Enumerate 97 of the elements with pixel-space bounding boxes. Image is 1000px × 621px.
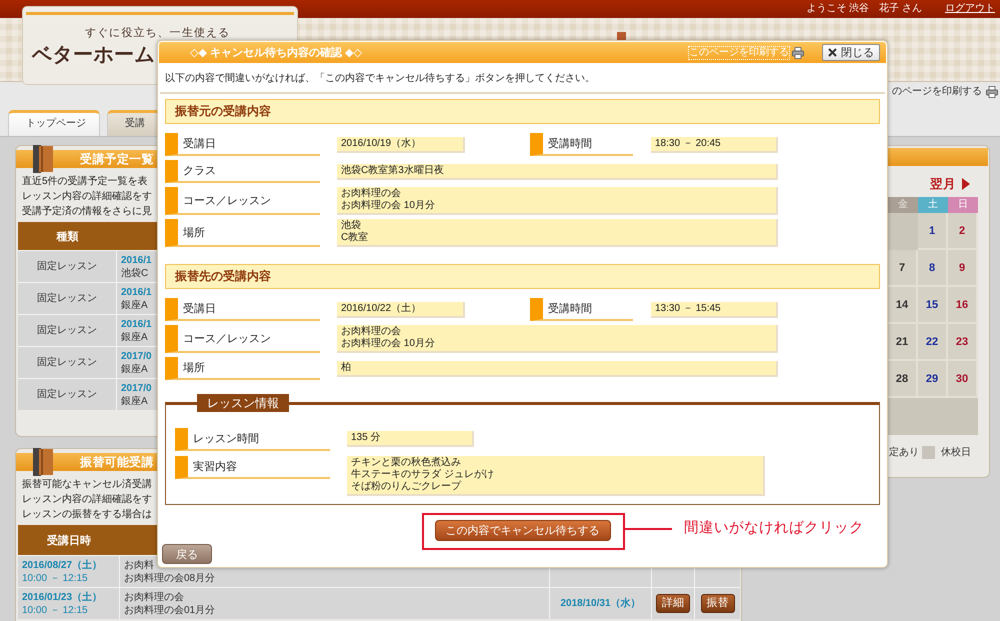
field-value: 2016/10/22（土） — [337, 302, 465, 318]
field-label: 場所 — [165, 357, 320, 380]
field-label: 受講日 — [165, 298, 320, 321]
lesson-date: 2016/08/27（土） — [22, 558, 102, 572]
field-value: 池袋 C教室 — [337, 219, 778, 247]
description-line: レッスン内容の詳細確認をす — [22, 190, 152, 204]
field-value: 柏 — [337, 360, 778, 376]
calendar-day[interactable]: 2 — [948, 213, 978, 250]
legend-title: レッスン情報 — [197, 394, 289, 412]
tab[interactable]: トップページ — [8, 110, 100, 136]
book-icon — [33, 448, 53, 476]
instruction-text: 以下の内容で間違いがなければ、「この内容でキャンセル待ちする」ボタンを押してください。 — [165, 72, 595, 86]
confirm-button[interactable]: この内容でキャンセル待ちする — [434, 520, 610, 541]
classroom-text: 銀座A — [121, 298, 148, 312]
weekday-header: 土 — [918, 197, 948, 213]
field-value: チキンと栗の秋色煮込み 牛ステーキのサラダ ジュレがけ そば粉のりんごクレープ — [347, 456, 765, 496]
description-line: レッスン内容の詳細確認をす — [22, 492, 152, 507]
field-label: コース／レッスン — [165, 325, 320, 353]
legend-label: 定あり — [889, 446, 919, 460]
panel-title: 受講予定一覧 — [80, 150, 154, 168]
field-value: 池袋C教室第3水曜日夜 — [337, 164, 778, 180]
arrow-right-icon — [962, 178, 970, 190]
transfer-button[interactable]: 振替 — [700, 594, 734, 613]
field-label: 受講日 — [165, 133, 320, 156]
calendar-day[interactable]: 1 — [918, 213, 948, 250]
field-value: お肉料理の会 お肉料理の会 10月分 — [337, 325, 778, 353]
calendar-day[interactable]: 23 — [948, 324, 978, 361]
lesson-time: 10:00 － 12:15 — [22, 572, 88, 584]
calendar-day[interactable]: 7 — [888, 250, 918, 287]
annotation-text: 間違いがなければクリック — [684, 519, 864, 538]
column-header: 受講日時 — [47, 534, 91, 548]
description-line: 直近5件の受講予定一覧を表 — [22, 174, 148, 189]
calendar-day[interactable]: 15 — [918, 287, 948, 324]
field-value: 13:30 － 15:45 — [651, 302, 778, 318]
lesson-type: 固定レッスン — [37, 356, 97, 369]
calendar-day[interactable]: 21 — [888, 324, 918, 361]
field-label: 実習内容 — [175, 456, 330, 479]
description-line: レッスンの振替をする場合は — [22, 508, 152, 522]
weekday-header: 金 — [888, 197, 918, 213]
field-label: クラス — [165, 160, 320, 183]
printer-icon — [792, 46, 804, 58]
field-label: 場所 — [165, 219, 320, 247]
calendar-day[interactable]: 29 — [918, 361, 948, 398]
tagline-text: すぐに役立ち、一生使える — [85, 26, 230, 40]
detail-button[interactable]: 詳細 — [656, 594, 690, 613]
book-icon — [33, 145, 53, 173]
date-text: 2018/10/31（水） — [560, 597, 641, 610]
calendar-day[interactable]: 22 — [918, 324, 948, 361]
classroom-text: 銀座A — [121, 362, 148, 376]
field-value: 18:30 － 20:45 — [651, 136, 778, 152]
weekday-header: 日 — [948, 197, 978, 213]
lesson-name: お肉料理の会01月分 — [124, 604, 216, 616]
greeting-text: ようこそ 渋谷 花子 さん — [806, 3, 922, 15]
lesson-date: 2017/0 — [121, 382, 152, 394]
description-line: 受講予定済の情報をさらに見 — [22, 204, 152, 219]
logo-text: ベターホーム — [32, 43, 155, 67]
calendar-day[interactable]: 16 — [948, 287, 978, 324]
print-link[interactable]: のページを印刷する — [892, 86, 982, 98]
lesson-name: お肉料理の会08月分 — [124, 572, 216, 584]
leader-line — [625, 528, 672, 530]
panel-title: 振替可能受講 — [80, 454, 154, 470]
calendar-day[interactable]: 28 — [888, 361, 918, 398]
column-header: 種類 — [56, 230, 78, 244]
classroom-text: 池袋C — [121, 266, 148, 280]
course-name: お肉料 — [124, 558, 154, 572]
section-heading: 振替元の受講内容 — [165, 99, 880, 124]
lesson-type: 固定レッスン — [37, 260, 97, 273]
calendar-day[interactable]: 9 — [948, 250, 978, 287]
lesson-date: 2016/1 — [121, 254, 152, 266]
field-value: お肉料理の会 お肉料理の会 10月分 — [337, 187, 778, 215]
logout-link[interactable]: ログアウト — [945, 3, 995, 15]
field-label: レッスン時間 — [175, 428, 330, 451]
lesson-date: 2016/1 — [121, 318, 152, 330]
field-label: コース／レッスン — [165, 187, 320, 215]
classroom-text: 銀座A — [121, 330, 148, 344]
lesson-time: 10:00 － 12:15 — [22, 604, 88, 616]
lesson-date: 2016/01/23（土） — [22, 590, 102, 604]
close-icon — [828, 48, 837, 57]
course-name: お肉料理の会 — [124, 590, 184, 604]
lesson-type: 固定レッスン — [37, 388, 97, 401]
lesson-date: 2016/1 — [121, 286, 152, 298]
section-heading: 振替先の受講内容 — [165, 264, 880, 289]
description-line: 振替可能なキャンセル済受講 — [22, 478, 152, 492]
lesson-type: 固定レッスン — [37, 292, 97, 305]
calendar-day[interactable]: 14 — [888, 287, 918, 324]
field-value: 135 分 — [347, 431, 474, 447]
next-month-link[interactable]: 翌月 — [930, 176, 970, 192]
calendar-day[interactable]: 30 — [948, 361, 978, 398]
calendar-day[interactable]: 8 — [918, 250, 948, 287]
legend-label: 休校日 — [941, 446, 971, 460]
close-button[interactable]: 閉じる — [822, 44, 880, 61]
printer-icon — [986, 86, 998, 98]
classroom-text: 銀座A — [121, 394, 148, 408]
field-value: 2016/10/19（水） — [337, 136, 465, 152]
lesson-date: 2017/0 — [121, 350, 152, 362]
lesson-type: 固定レッスン — [37, 324, 97, 337]
dialog-title: ◇◆ キャンセル待ち内容の確認 ◆◇ — [190, 46, 362, 60]
